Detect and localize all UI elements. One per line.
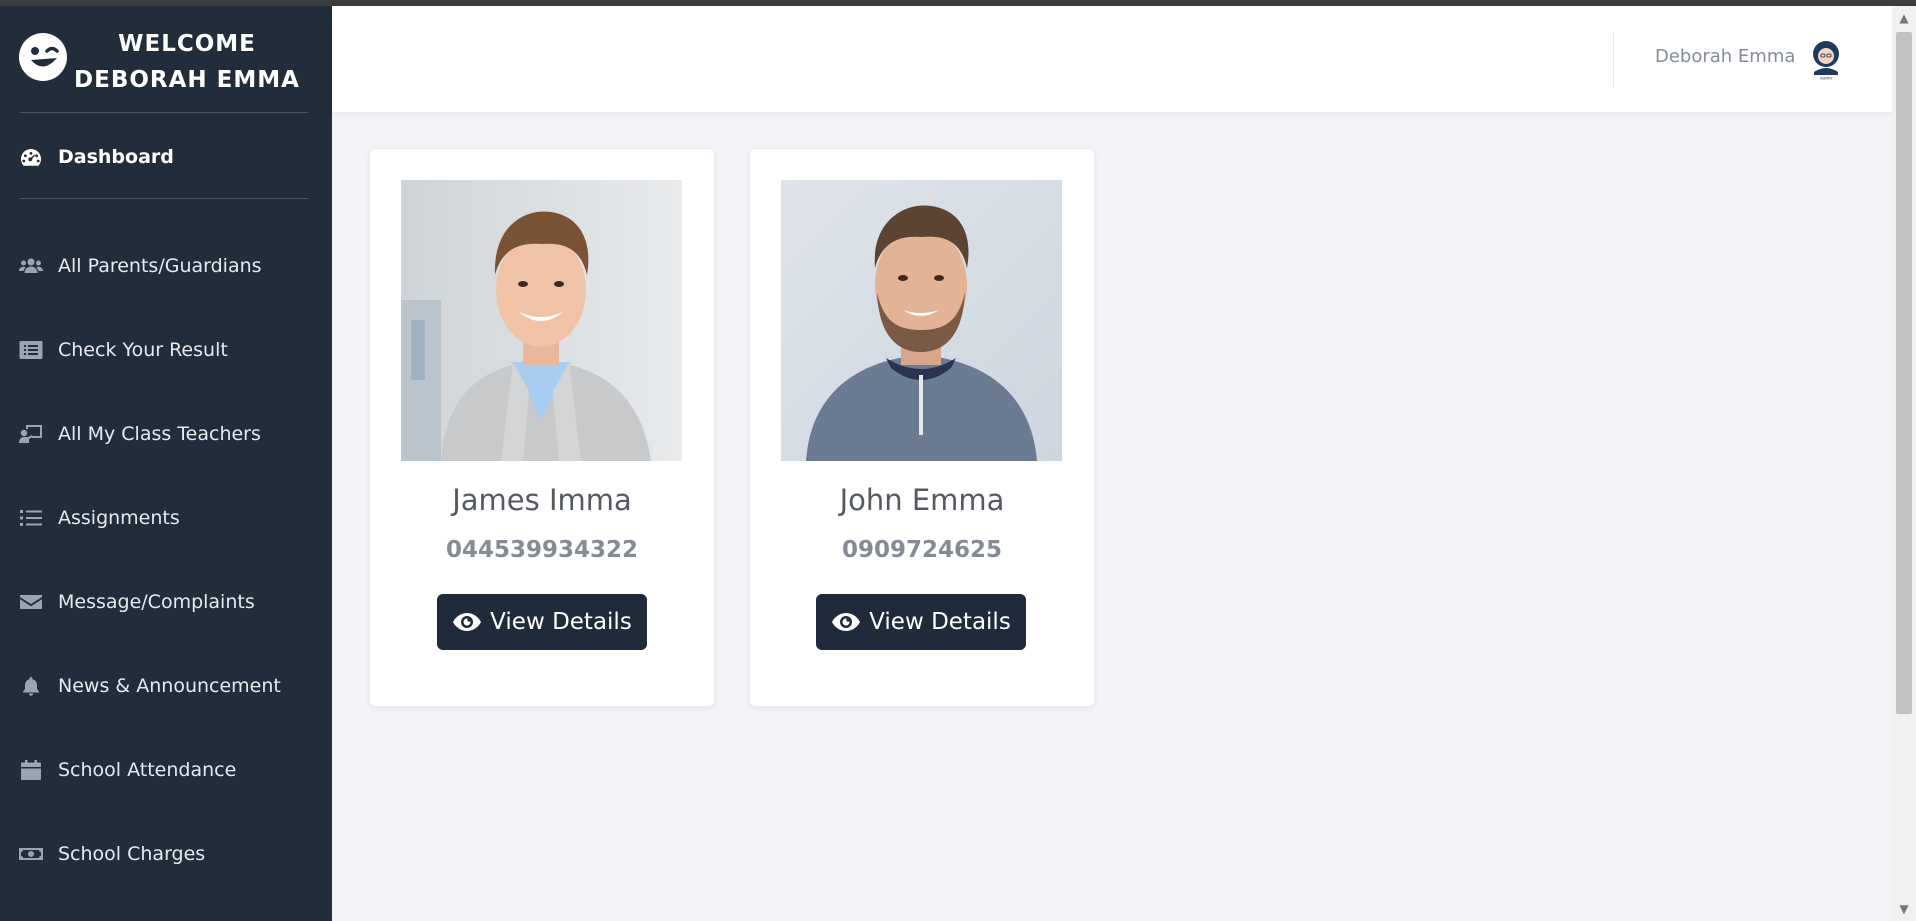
header-user-name[interactable]: Deborah Emma [1655,46,1795,67]
sidebar: WELCOME DEBORAH EMMA Dashboard All Paren… [0,6,332,921]
parent-card: John Emma 0909724625 View Details [749,148,1095,707]
sidebar-item-label: News & Announcement [58,675,281,697]
vertical-scrollbar[interactable]: ▲ ▼ [1892,6,1916,921]
envelope-icon [18,591,44,613]
scroll-thumb[interactable] [1896,32,1912,714]
sidebar-item-label: All My Class Teachers [58,423,261,445]
eye-icon [452,611,482,633]
sidebar-item-news[interactable]: News & Announcement [0,662,332,710]
parent-name: James Imma [452,483,632,517]
sidebar-item-dashboard[interactable]: Dashboard [0,133,332,181]
money-bill-icon [18,843,44,865]
scroll-down-arrow-icon[interactable]: ▼ [1892,897,1916,921]
parent-phone: 044539934322 [445,537,639,563]
list-alt-icon [18,339,44,361]
parent-phone: 0909724625 [841,537,1003,563]
sidebar-divider [20,112,308,113]
view-details-label: View Details [869,609,1011,635]
sidebar-item-parents-guardians[interactable]: All Parents/Guardians [0,242,332,290]
sidebar-item-class-teachers[interactable]: All My Class Teachers [0,410,332,458]
parent-name: John Emma [839,483,1005,517]
bell-icon [18,675,44,697]
chalkboard-teacher-icon [18,423,44,445]
sidebar-item-assignments[interactable]: Assignments [0,494,332,542]
sidebar-brand: WELCOME DEBORAH EMMA [0,6,332,112]
sidebar-item-label: Message/Complaints [58,591,255,613]
sidebar-item-label: All Parents/Guardians [58,255,262,277]
welcome-line: WELCOME [118,31,256,57]
tachometer-icon [18,146,44,168]
sidebar-item-label: Dashboard [58,146,174,168]
sidebar-item-label: Check Your Result [58,339,228,361]
calendar-icon [18,759,44,781]
list-icon [18,507,44,529]
parent-photo [401,180,682,461]
sidebar-item-messages[interactable]: Message/Complaints [0,578,332,626]
sidebar-item-check-result[interactable]: Check Your Result [0,326,332,374]
parent-card: James Imma 044539934322 View Details [369,148,715,707]
scroll-up-arrow-icon[interactable]: ▲ [1892,6,1916,30]
sidebar-item-attendance[interactable]: School Attendance [0,746,332,794]
welcome-user-name: DEBORAH EMMA [74,67,300,93]
sidebar-item-label: Assignments [58,507,180,529]
header-divider [1613,32,1614,88]
users-icon [18,255,44,277]
view-details-label: View Details [490,609,632,635]
admin-avatar-icon[interactable]: ADMIN [1807,38,1845,82]
view-details-button[interactable]: View Details [437,594,647,650]
eye-icon [831,611,861,633]
top-header: Deborah Emma ADMIN [332,6,1892,112]
winking-face-icon [18,32,68,82]
sidebar-divider [20,198,308,199]
sidebar-item-charges[interactable]: School Charges [0,830,332,878]
welcome-title: WELCOME DEBORAH EMMA [72,26,302,98]
svg-text:ADMIN: ADMIN [1820,77,1832,81]
sidebar-item-label: School Attendance [58,759,237,781]
view-details-button[interactable]: View Details [816,594,1026,650]
sidebar-item-label: School Charges [58,843,206,865]
parent-photo [781,180,1062,461]
